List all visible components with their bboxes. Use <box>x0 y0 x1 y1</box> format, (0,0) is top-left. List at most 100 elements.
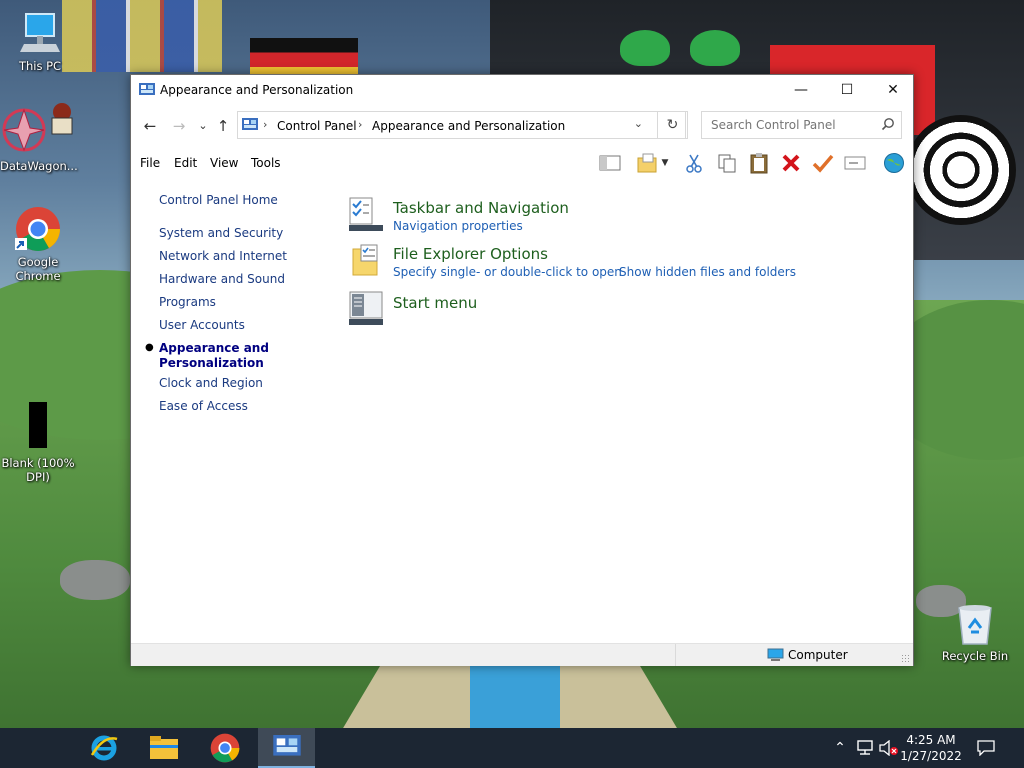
minimize-button[interactable]: — <box>778 75 824 105</box>
forward-button[interactable]: → <box>168 115 190 137</box>
link-navigation-properties[interactable]: Navigation properties <box>393 219 523 233</box>
taskbar-file-explorer[interactable] <box>140 728 188 768</box>
up-button[interactable]: ↑ <box>212 115 234 137</box>
blank-app-icon <box>29 402 47 448</box>
link-show-hidden-files[interactable]: Show hidden files and folders <box>619 265 796 279</box>
wallpaper-rock <box>60 560 130 600</box>
paste-button[interactable] <box>746 152 772 174</box>
computer-icon <box>767 648 784 661</box>
scissors-icon <box>686 154 702 173</box>
action-center-button[interactable] <box>972 728 1000 768</box>
breadcrumb-separator-icon: › <box>358 118 363 131</box>
breadcrumb-appearance[interactable]: Appearance and Personalization <box>372 119 565 133</box>
globe-button[interactable] <box>881 152 907 174</box>
taskbar-google-chrome[interactable] <box>201 728 249 768</box>
refresh-icon: ↻ <box>666 117 679 133</box>
network-tray-button[interactable] <box>854 728 876 768</box>
sidebar-item-programs[interactable]: Programs <box>159 295 309 310</box>
delete-button[interactable] <box>778 152 804 174</box>
rename-button[interactable] <box>842 152 868 174</box>
internet-explorer-icon <box>90 735 118 761</box>
status-divider <box>675 644 676 666</box>
category-taskbar-navigation[interactable]: Taskbar and Navigation <box>393 199 569 217</box>
desktop-icon-label: Recycle Bin <box>941 649 1009 663</box>
desktop-icon-blank[interactable]: Blank (100% DPI) <box>0 402 76 484</box>
desktop-icon-recycle-bin[interactable]: Recycle Bin <box>937 602 1013 663</box>
new-folder-button[interactable] <box>634 152 660 174</box>
taskbar-clock[interactable]: 4:25 AM 1/27/2022 <box>894 732 968 764</box>
menu-view[interactable]: View <box>210 156 238 170</box>
maximize-button[interactable]: ☐ <box>824 75 870 105</box>
start-menu-icon <box>349 291 383 325</box>
copy-icon <box>718 154 736 173</box>
back-arrow-icon: ← <box>143 117 157 135</box>
address-bar[interactable]: › Control Panel › Appearance and Persona… <box>237 111 686 139</box>
preview-pane-button[interactable] <box>597 152 623 174</box>
wallpaper-leaf <box>690 30 740 66</box>
control-panel-icon <box>242 118 258 130</box>
sidebar-item-clock-region[interactable]: Clock and Region <box>159 376 309 391</box>
search-input[interactable] <box>709 117 878 133</box>
status-location: Computer <box>788 648 848 662</box>
close-icon: ✕ <box>887 82 899 98</box>
sidebar-item-user-accounts[interactable]: User Accounts <box>159 318 309 333</box>
resize-grip-icon[interactable] <box>901 654 911 664</box>
sidebar-item-hardware-sound[interactable]: Hardware and Sound <box>159 272 309 287</box>
pane-icon <box>599 155 621 171</box>
menu-tools[interactable]: Tools <box>251 156 281 170</box>
breadcrumb-separator-icon: › <box>263 118 268 131</box>
window-title: Appearance and Personalization <box>160 83 354 97</box>
folder-icon <box>150 736 178 759</box>
checkmark-icon <box>812 154 834 173</box>
datawagon-icon <box>0 98 76 156</box>
chrome-icon <box>210 733 240 763</box>
properties-check-button[interactable] <box>810 152 836 174</box>
recent-locations-button[interactable]: ⌄ <box>192 115 214 137</box>
maximize-icon: ☐ <box>840 82 854 98</box>
refresh-button[interactable]: ↻ <box>657 111 688 139</box>
taskbar: ⌃ 4:25 AM 1/27/2022 <box>0 728 1024 768</box>
taskbar-internet-explorer[interactable] <box>80 728 128 768</box>
copy-button[interactable] <box>714 152 740 174</box>
desktop-icon-google-chrome[interactable]: Google Chrome <box>0 206 76 283</box>
desktop-icon-datawagon[interactable]: DataWagon... <box>0 98 78 173</box>
show-hidden-icons-button[interactable]: ⌃ <box>830 728 850 768</box>
menu-edit[interactable]: Edit <box>174 156 197 170</box>
close-button[interactable]: ✕ <box>870 75 916 105</box>
computer-icon <box>20 10 60 56</box>
sidebar-control-panel-home[interactable]: Control Panel Home <box>159 193 309 208</box>
category-file-explorer-options[interactable]: File Explorer Options <box>393 245 548 263</box>
search-box[interactable] <box>701 111 902 139</box>
chevron-down-icon: ⌄ <box>198 119 208 132</box>
minimize-icon: — <box>794 82 808 98</box>
address-dropdown-icon[interactable]: ⌄ <box>634 117 643 130</box>
sidebar-item-network-internet[interactable]: Network and Internet <box>159 249 309 264</box>
back-button[interactable]: ← <box>139 115 161 137</box>
taskbar-navigation-icon <box>349 197 383 231</box>
file-explorer-options-icon <box>352 244 378 276</box>
category-start-menu[interactable]: Start menu <box>393 294 477 312</box>
clock-date: 1/27/2022 <box>900 749 962 763</box>
menu-file[interactable]: File <box>140 156 160 170</box>
recycle-bin-icon <box>955 602 995 646</box>
search-icon[interactable] <box>881 117 895 131</box>
cut-button[interactable] <box>681 152 707 174</box>
clock-time: 4:25 AM <box>906 733 956 747</box>
sidebar-item-appearance-personalization[interactable]: Appearance and Personalization <box>159 341 279 371</box>
desktop-icon-label: This PC <box>18 59 62 73</box>
desktop-icon-this-pc[interactable]: This PC <box>2 10 78 73</box>
desktop-icon-label: Blank (100% DPI) <box>1 456 75 484</box>
dropdown-arrow-icon[interactable]: ▼ <box>658 152 672 174</box>
link-single-double-click[interactable]: Specify single- or double-click to open <box>393 265 622 279</box>
wallpaper-leaf <box>620 30 670 66</box>
sidebar-item-ease-of-access[interactable]: Ease of Access <box>159 399 309 414</box>
delete-x-icon <box>782 154 800 172</box>
sidebar-item-system-security[interactable]: System and Security <box>159 226 309 241</box>
globe-icon <box>884 153 904 173</box>
control-panel-icon <box>272 735 301 756</box>
taskbar-control-panel[interactable] <box>258 728 315 768</box>
chevron-up-icon: ⌃ <box>834 740 846 756</box>
title-bar[interactable]: Appearance and Personalization — ☐ ✕ <box>131 75 913 106</box>
breadcrumb-control-panel[interactable]: Control Panel <box>277 119 357 133</box>
folder-icon <box>637 153 657 173</box>
